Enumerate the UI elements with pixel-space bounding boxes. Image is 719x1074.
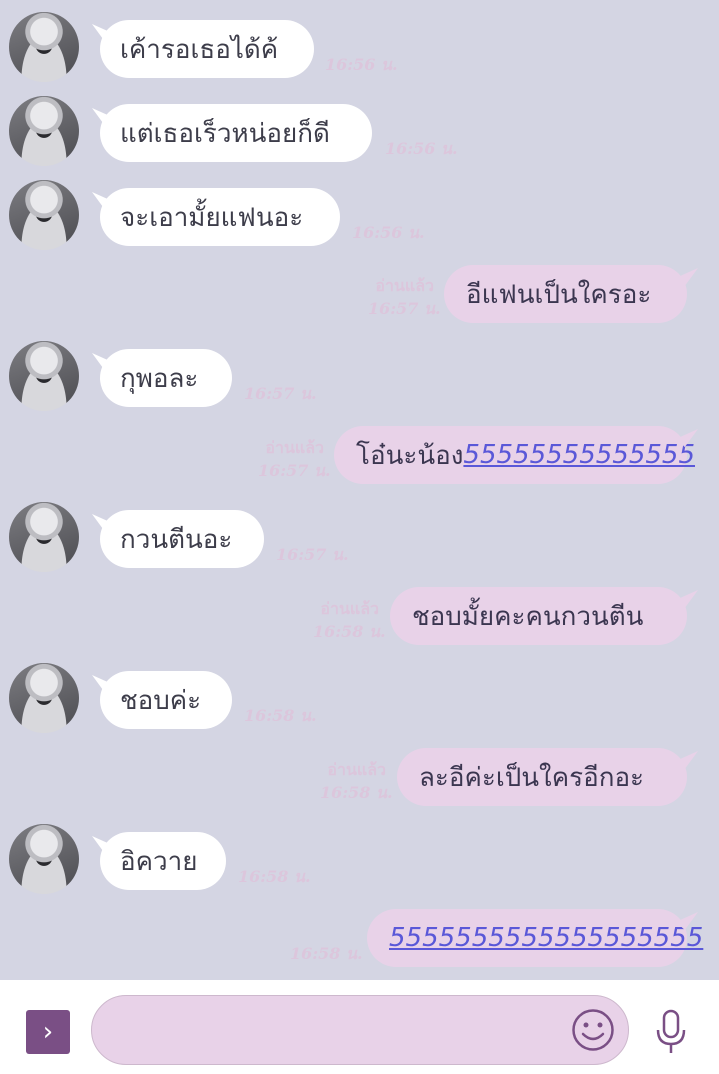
message-bubble-outgoing[interactable]: ละอีค่ะเป็นใครอีกอะ (397, 748, 687, 806)
message-text: ละอีค่ะเป็นใครอีกอะ (419, 762, 645, 793)
avatar[interactable] (9, 180, 79, 250)
message-link[interactable]: 5555555555555555555 (389, 923, 703, 953)
message-time: 16:57 น. (244, 384, 317, 403)
message-bubble-outgoing[interactable]: อีแฟนเป็นใครอะ (444, 265, 687, 323)
message-time: 16:57 น. (276, 545, 349, 564)
message-time: 16:57 น. (258, 461, 331, 480)
avatar[interactable] (9, 663, 79, 733)
avatar[interactable] (9, 824, 79, 894)
avatar[interactable] (9, 96, 79, 166)
message-text: อีแฟนเป็นใครอะ (466, 279, 652, 310)
chevron-right-icon: › (42, 1017, 54, 1047)
message-bubble-incoming[interactable]: อิควาย (100, 832, 226, 890)
read-receipt: อ่านแล้ว (327, 760, 386, 779)
message-text: จะเอามั้ยแฟนอะ (120, 202, 304, 233)
message-time: 16:56 น. (352, 223, 425, 242)
read-receipt: อ่านแล้ว (320, 599, 379, 618)
message-input[interactable] (91, 995, 629, 1065)
message-text: กุพอละ (120, 363, 199, 394)
message-text: กวนตีนอะ (120, 524, 233, 555)
message-time: 16:58 น. (244, 706, 317, 725)
read-receipt: อ่านแล้ว (375, 276, 434, 295)
message-time: 16:56 น. (385, 139, 458, 158)
message-bubble-incoming[interactable]: เค้ารอเธอได้ค้ (100, 20, 314, 78)
microphone-icon[interactable] (652, 1008, 690, 1056)
message-link[interactable]: 55555555555555 (463, 440, 695, 470)
message-bubble-incoming[interactable]: แต่เธอเร็วหน่อยก็ดี (100, 104, 372, 162)
avatar[interactable] (9, 502, 79, 572)
smiley-icon[interactable] (571, 1008, 615, 1052)
message-text: โอ๋นะน้อง (356, 440, 464, 471)
message-text: ชอบมั้ยคะคนกวนตีน (412, 601, 644, 632)
expand-menu-button[interactable]: › (26, 1010, 70, 1054)
avatar[interactable] (9, 341, 79, 411)
message-time: 16:58 น. (313, 622, 386, 641)
message-bubble-outgoing[interactable]: 5555555555555555555 (367, 909, 703, 967)
message-time: 16:56 น. (325, 55, 398, 74)
read-receipt: อ่านแล้ว (265, 438, 324, 457)
message-text: เค้ารอเธอได้ค้ (120, 34, 279, 65)
message-bubble-outgoing[interactable]: โอ๋นะน้อง 55555555555555 (334, 426, 695, 484)
message-time: 16:58 น. (238, 867, 311, 886)
avatar[interactable] (9, 12, 79, 82)
message-time: 16:58 น. (320, 783, 393, 802)
message-bubble-incoming[interactable]: จะเอามั้ยแฟนอะ (100, 188, 340, 246)
message-bubble-incoming[interactable]: กวนตีนอะ (100, 510, 264, 568)
chat-area[interactable]: เค้ารอเธอได้ค้ 16:56 น. แต่เธอเร็วหน่อยก… (0, 0, 719, 980)
message-bubble-incoming[interactable]: ชอบค่ะ (100, 671, 232, 729)
message-time: 16:58 น. (290, 944, 363, 963)
message-text: ชอบค่ะ (120, 685, 202, 716)
message-bubble-outgoing[interactable]: ชอบมั้ยคะคนกวนตีน (390, 587, 687, 645)
message-time: 16:57 น. (368, 299, 441, 318)
message-bubble-incoming[interactable]: กุพอละ (100, 349, 232, 407)
message-text: อิควาย (120, 846, 198, 877)
message-text: แต่เธอเร็วหน่อยก็ดี (120, 118, 330, 149)
